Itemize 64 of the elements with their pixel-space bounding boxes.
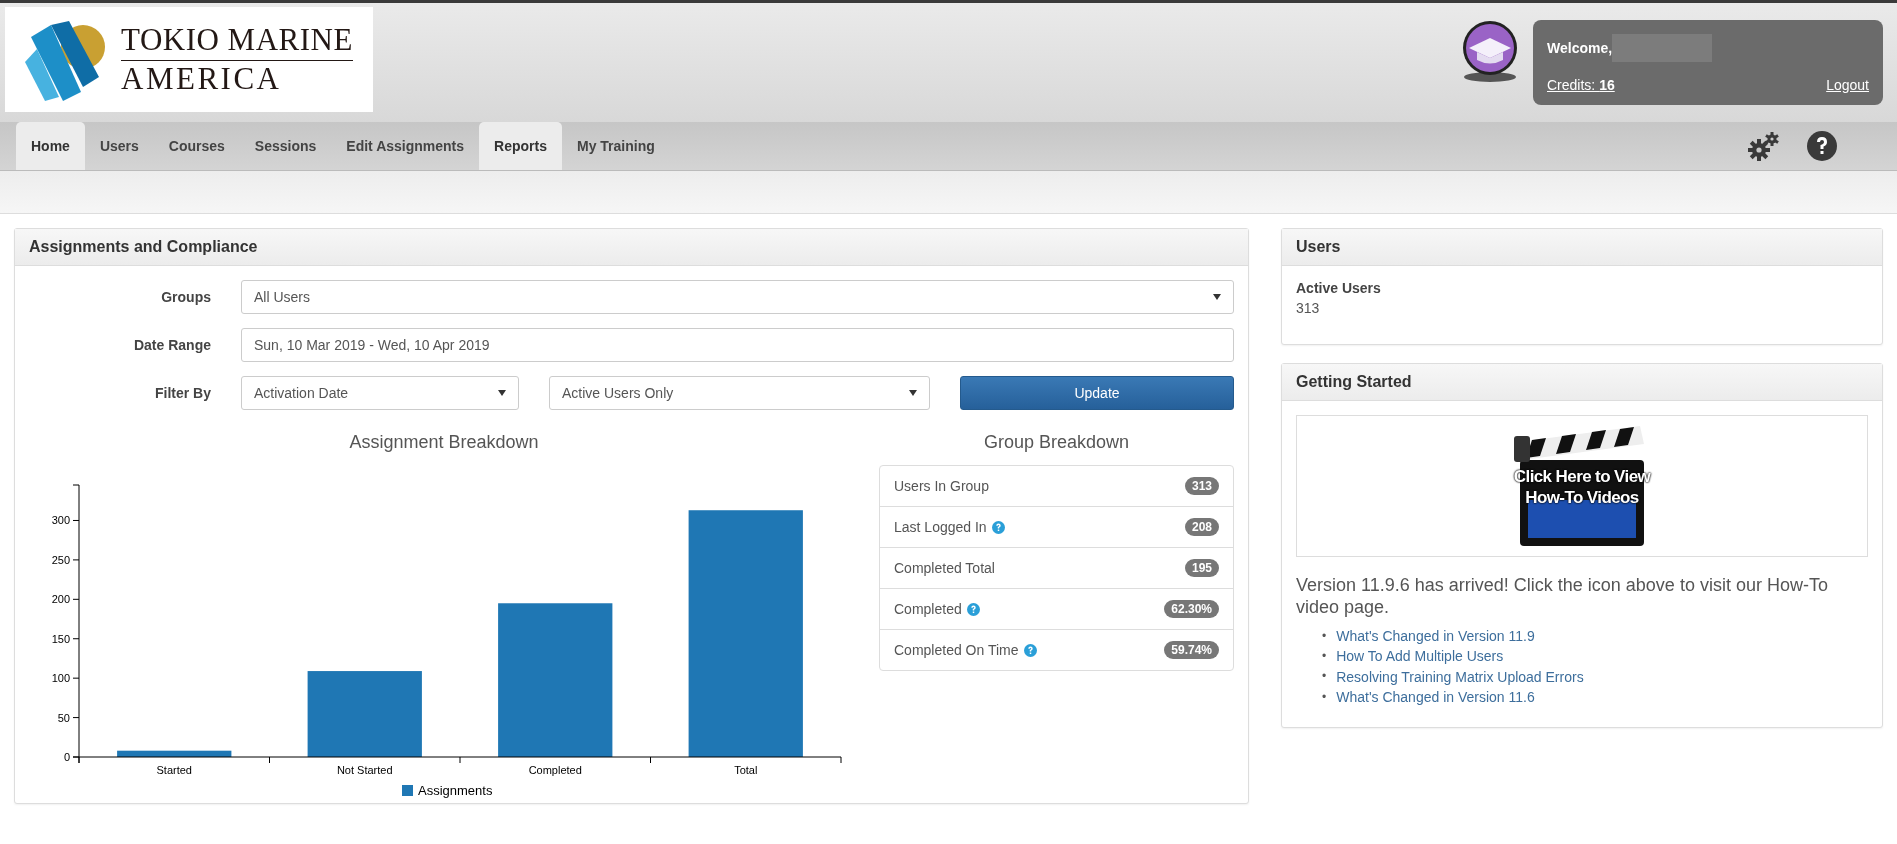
- axis-tick-label: 0: [63, 751, 70, 763]
- row-label: Completed On Time: [894, 642, 1019, 658]
- logout-link[interactable]: Logout: [1826, 77, 1869, 93]
- field-label: Groups: [160, 289, 211, 305]
- bullet: •: [1322, 647, 1327, 665]
- field-label: Filter By: [154, 385, 211, 401]
- section-title: Group Breakdown: [982, 432, 1131, 453]
- groups-select[interactable]: All Users: [241, 280, 1234, 314]
- count-badge: 195: [1184, 559, 1219, 577]
- axis-category-label: Started: [156, 764, 192, 776]
- filter-select[interactable]: Active Users Only: [549, 376, 930, 410]
- caret-icon: [909, 390, 917, 396]
- panel-title: Getting Started: [1296, 373, 1412, 390]
- nav-tab[interactable]: Users: [84, 122, 154, 170]
- logo-text: AMERICA: [121, 61, 283, 97]
- graduation-cap-icon: [1461, 20, 1519, 84]
- field-label: Date Range: [132, 337, 211, 353]
- count-badge: 208: [1184, 518, 1219, 536]
- axis-tick-label: 100: [51, 672, 70, 685]
- panel-title: Users: [1296, 238, 1341, 255]
- count-badge: 313: [1184, 477, 1219, 495]
- axis-tick-label: 300: [51, 514, 70, 527]
- credits-link[interactable]: Credits: 16: [1547, 77, 1615, 93]
- nav-tab[interactable]: Sessions: [239, 122, 332, 170]
- help-link[interactable]: How To Add Multiple Users: [1336, 646, 1504, 667]
- announcement-text: Version 11.9.6 has arrived! Click the icon above to visit our How-To video page.: [1296, 575, 1829, 619]
- row-label: Users In Group: [894, 478, 989, 494]
- axis-category-label: Completed: [528, 764, 582, 776]
- axis-category-label: Not Started: [336, 764, 393, 776]
- row-label: Completed Total: [894, 560, 995, 576]
- help-link[interactable]: What's Changed in Version 11.9: [1336, 626, 1535, 647]
- help-icon[interactable]: [1807, 131, 1837, 161]
- filter-select[interactable]: Activation Date: [241, 376, 519, 410]
- nav-tab[interactable]: Reports: [479, 122, 562, 170]
- stat-label: Active Users: [1296, 280, 1382, 296]
- axis-tick-label: 250: [51, 553, 70, 566]
- count-badge: 59.74%: [1164, 641, 1219, 659]
- update-button[interactable]: Update: [960, 376, 1234, 410]
- axis-tick-label: 200: [51, 593, 70, 606]
- panel-title: Assignments and Compliance: [29, 238, 258, 255]
- row-label: Last Logged In: [894, 519, 987, 535]
- legend-label: Assignments: [418, 783, 493, 798]
- count-badge: 62.30%: [1164, 600, 1219, 618]
- date-range-field[interactable]: Sun, 10 Mar 2019 - Wed, 10 Apr 2019: [241, 328, 1234, 362]
- chart-title: Assignment Breakdown: [349, 432, 539, 453]
- nav-tab[interactable]: Home: [16, 122, 85, 170]
- axis-tick-label: 50: [57, 711, 70, 724]
- nav-tab[interactable]: Courses: [153, 122, 240, 170]
- logo-text: TOKIO MARINE: [121, 22, 353, 61]
- settings-icon[interactable]: [1747, 130, 1781, 162]
- axis-tick-label: 150: [51, 632, 70, 645]
- row-label: Completed: [894, 601, 962, 617]
- nav-tab[interactable]: My Training: [562, 122, 670, 170]
- bullet: •: [1322, 668, 1327, 686]
- bullet: •: [1322, 627, 1327, 645]
- nav-tab[interactable]: Edit Assignments: [331, 122, 480, 170]
- bullet: •: [1322, 688, 1327, 706]
- caret-icon: [1213, 294, 1221, 300]
- stat-value: 313: [1296, 300, 1321, 316]
- help-link[interactable]: What's Changed in Version 11.6: [1336, 687, 1535, 708]
- axis-category-label: Total: [734, 764, 758, 776]
- caret-icon: [498, 390, 506, 396]
- welcome-text: Welcome,: [1547, 40, 1613, 56]
- help-link[interactable]: Resolving Training Matrix Upload Errors: [1336, 666, 1584, 688]
